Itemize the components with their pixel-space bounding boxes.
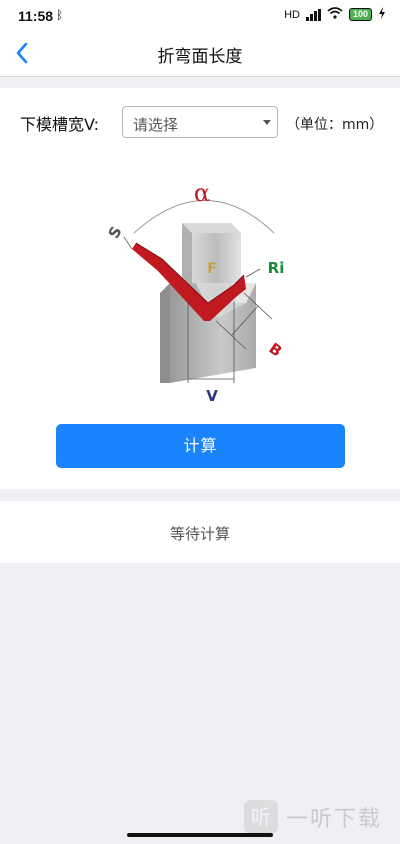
- unit-label: （单位：mm）: [286, 117, 384, 133]
- s-label: S: [105, 223, 126, 241]
- watermark-logo: 听: [244, 800, 278, 834]
- result-panel: 等待计算: [0, 501, 400, 563]
- v-width-select[interactable]: 请选择: [122, 106, 278, 138]
- b-label: B: [266, 339, 286, 360]
- f-label: F: [207, 261, 217, 277]
- calculate-button[interactable]: 计算: [56, 424, 345, 468]
- ri-label: Ri: [268, 259, 285, 277]
- status-bar: 11:58 ᛒ HD 100: [0, 0, 400, 30]
- watermark: 听 一听下载: [244, 800, 382, 834]
- battery-icon: 100: [348, 8, 372, 21]
- signal-icon: [305, 8, 321, 21]
- bluetooth-icon: ᛒ: [56, 8, 64, 22]
- home-indicator[interactable]: [127, 833, 273, 837]
- v-width-row: 下模槽宽V:: [20, 106, 99, 140]
- wifi-icon: [327, 7, 343, 22]
- v-label: V: [206, 387, 218, 405]
- watermark-text: 一听下载: [286, 807, 383, 832]
- status-time: 11:58: [18, 8, 54, 24]
- select-placeholder: 请选择: [133, 116, 179, 134]
- status-right: HD 100: [284, 7, 386, 22]
- page-title: 折弯面长度: [157, 47, 243, 67]
- form-panel: 下模槽宽V: 请选择 （单位：mm） α F S Ri B V 计算: [0, 88, 400, 489]
- nav-bar: 折弯面长度: [0, 30, 400, 77]
- bending-diagram: α F S Ri B V: [96, 173, 306, 408]
- die: [160, 283, 256, 383]
- alpha-label: α: [194, 179, 210, 207]
- s-dimension: [123, 236, 133, 250]
- charging-icon: [378, 7, 386, 22]
- result-status: 等待计算: [169, 525, 230, 543]
- caret-down-icon: [263, 120, 271, 125]
- network-label: HD: [284, 8, 300, 21]
- v-width-label: 下模槽宽V:: [20, 115, 100, 134]
